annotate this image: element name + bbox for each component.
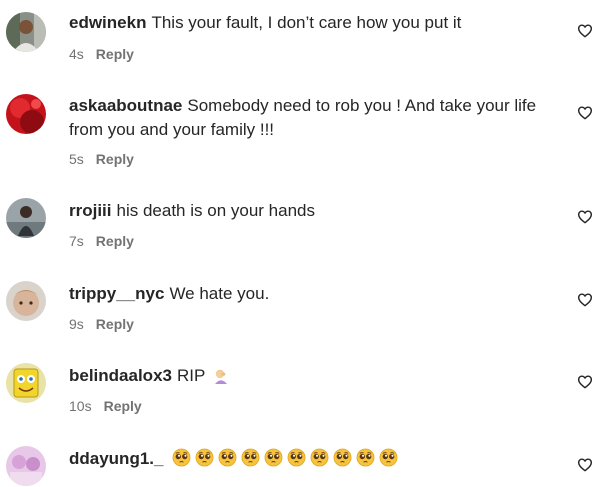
reply-button[interactable]: Reply	[96, 46, 134, 62]
pleading-face-emoji	[218, 448, 237, 467]
pleading-face-emoji	[241, 448, 260, 467]
pleading-face-emoji	[287, 448, 306, 467]
comment-text: This your fault, I don’t care how you pu…	[151, 13, 462, 32]
comment-text: RIP	[176, 366, 206, 385]
comment-timestamp: 10s	[69, 398, 92, 414]
comment-text: We hate you.	[169, 284, 270, 303]
avatar[interactable]	[6, 446, 46, 486]
heart-outline-icon[interactable]	[577, 374, 593, 390]
comment-meta: 9s Reply	[69, 316, 134, 332]
person-facepalming-emoji	[213, 368, 229, 384]
comment-username[interactable]: trippy__nyc	[69, 284, 164, 303]
pleading-face-emoji	[310, 448, 329, 467]
pleading-face-emoji	[195, 448, 214, 467]
comment-text: his death is on your hands	[116, 201, 315, 220]
comment-username[interactable]: edwinekn	[69, 13, 146, 32]
comment-body: trippy__nyc We hate you.	[69, 282, 559, 306]
comment-username[interactable]: askaaboutnae	[69, 96, 182, 115]
user-photo-icon	[6, 94, 46, 134]
user-photo-icon	[6, 363, 46, 403]
comment-username[interactable]: rrojiii	[69, 201, 112, 220]
pleading-face-emoji-list	[168, 448, 398, 468]
comment-username[interactable]: belindaalox3	[69, 366, 172, 385]
user-photo-icon	[6, 281, 46, 321]
comment-body: rrojiii his death is on your hands	[69, 199, 559, 223]
pleading-face-emoji	[333, 448, 352, 467]
comment-timestamp: 5s	[69, 151, 84, 167]
comment-timestamp: 9s	[69, 316, 84, 332]
comment-meta: 5s Reply	[69, 151, 134, 167]
avatar[interactable]	[6, 94, 46, 134]
comment-body: belindaalox3 RIP	[69, 364, 559, 388]
user-photo-icon	[6, 198, 46, 238]
comment-body: edwinekn This your fault, I don’t care ho…	[69, 11, 559, 35]
reply-button[interactable]: Reply	[96, 151, 134, 167]
heart-outline-icon[interactable]	[577, 457, 593, 473]
heart-outline-icon[interactable]	[577, 23, 593, 39]
comment-timestamp: 4s	[69, 46, 84, 62]
comment-meta: 4s Reply	[69, 46, 134, 62]
heart-outline-icon[interactable]	[577, 209, 593, 225]
heart-outline-icon[interactable]	[577, 105, 593, 121]
reply-button[interactable]: Reply	[96, 233, 134, 249]
pleading-face-emoji	[379, 448, 398, 467]
comment-body: ddayung1._	[69, 447, 559, 471]
reply-button[interactable]: Reply	[104, 398, 142, 414]
avatar[interactable]	[6, 198, 46, 238]
comment-timestamp: 7s	[69, 233, 84, 249]
user-photo-icon	[6, 446, 46, 486]
comment-username[interactable]: ddayung1._	[69, 449, 163, 468]
pleading-face-emoji	[264, 448, 283, 467]
comment-meta: 10s Reply	[69, 398, 142, 414]
reply-button[interactable]: Reply	[96, 316, 134, 332]
pleading-face-emoji	[172, 448, 191, 467]
avatar[interactable]	[6, 12, 46, 52]
heart-outline-icon[interactable]	[577, 292, 593, 308]
pleading-face-emoji	[356, 448, 375, 467]
comment-meta: 7s Reply	[69, 233, 134, 249]
avatar[interactable]	[6, 363, 46, 403]
comment-body: askaaboutnae Somebody need to rob you ! A…	[69, 94, 559, 142]
avatar[interactable]	[6, 281, 46, 321]
user-photo-icon	[6, 12, 46, 52]
